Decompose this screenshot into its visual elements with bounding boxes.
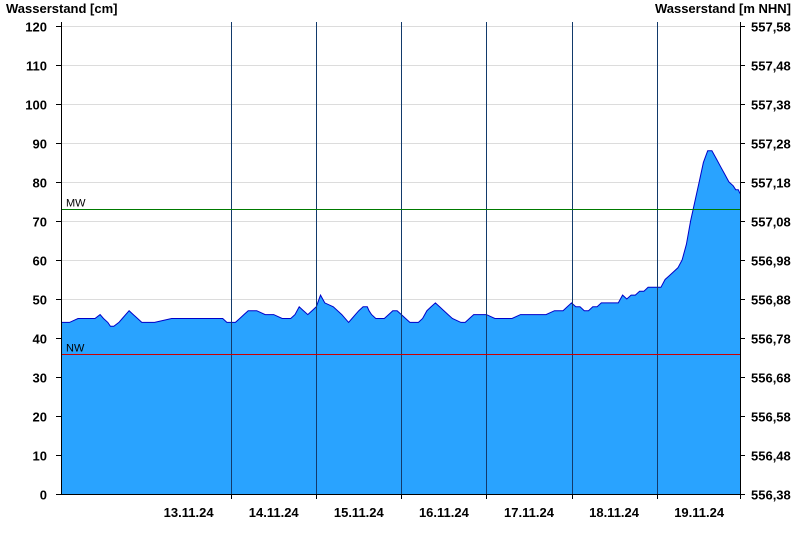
- y-tick-label-left: 40: [33, 332, 47, 347]
- y-axis-title-left: Wasserstand [cm]: [6, 1, 118, 16]
- y-tick-label-right: 556,48: [751, 449, 791, 464]
- y-axis-title-right: Wasserstand [m NHN]: [654, 1, 791, 16]
- y-tick-label-right: 556,58: [751, 410, 791, 425]
- y-tick-label-left: 70: [33, 215, 47, 230]
- x-tick-label: 13.11.24: [164, 505, 215, 520]
- x-tick-label: 18.11.24: [589, 505, 640, 520]
- x-tick-label: 19.11.24: [674, 505, 725, 520]
- y-tick-label-left: 90: [33, 137, 47, 152]
- y-tick-label-right: 556,68: [751, 371, 791, 386]
- x-tick-label: 15.11.24: [334, 505, 385, 520]
- y-tick-label-left: 100: [25, 98, 47, 113]
- y-tick-label-right: 557,08: [751, 215, 791, 230]
- y-tick-label-left: 50: [33, 293, 47, 308]
- reference-label-mw: MW: [66, 198, 86, 210]
- y-tick-label-left: 10: [33, 449, 47, 464]
- y-tick-label-left: 0: [40, 488, 47, 503]
- x-tick-label: 17.11.24: [504, 505, 555, 520]
- reference-label-nw: NW: [66, 343, 85, 355]
- y-tick-label-right: 556,88: [751, 293, 791, 308]
- y-tick-label-left: 20: [33, 410, 47, 425]
- y-tick-label-right: 557,58: [751, 20, 791, 35]
- y-tick-label-left: 80: [33, 176, 47, 191]
- y-tick-label-left: 30: [33, 371, 47, 386]
- y-tick-label-right: 556,98: [751, 254, 791, 269]
- y-tick-label-right: 556,78: [751, 332, 791, 347]
- water-level-chart: MW NW 0 556,38 10 556,48 20 556,58 30 556,68 40 55…: [25, 20, 791, 521]
- y-tick-label-right: 557,28: [751, 137, 791, 152]
- y-tick-label-left: 120: [25, 20, 47, 35]
- y-tick-label-left: 60: [33, 254, 47, 269]
- x-tick-label: 14.11.24: [249, 505, 300, 520]
- x-tick-label: 16.11.24: [419, 505, 470, 520]
- y-tick-label-left: 110: [26, 59, 47, 74]
- y-tick-label-right: 557,18: [751, 176, 791, 191]
- y-tick-label-right: 557,48: [751, 59, 791, 74]
- y-tick-label-right: 557,38: [751, 98, 791, 113]
- y-tick-label-right: 556,38: [751, 488, 791, 503]
- water-level-area: [61, 150, 740, 494]
